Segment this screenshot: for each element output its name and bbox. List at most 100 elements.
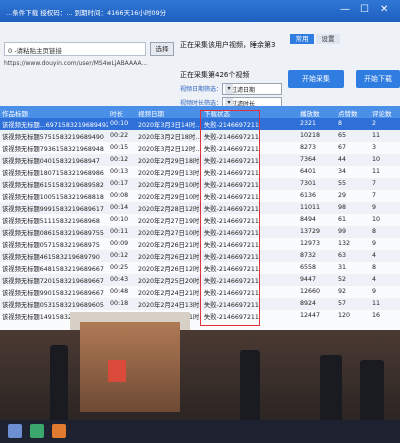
cell-title: 该视频无标题9991583219689617 (2, 206, 104, 213)
cell-comments: 4 (372, 276, 377, 283)
cell-dur: 00:15 (110, 144, 129, 151)
cell-likes: 31 (338, 264, 347, 271)
cell-title: 该视频无标题511158321968968 (2, 218, 100, 225)
cell-dur: 00:48 (110, 288, 129, 295)
cell-date: 2020年3月3日14时... (138, 122, 200, 129)
cell-plays: 8494 (300, 216, 317, 223)
cell-title: 该视频无标题7936158321968948 (2, 146, 104, 153)
select-button[interactable]: 选择 (150, 42, 174, 56)
cell-date: 2020年2月26日12时... (138, 266, 200, 273)
taskbar (0, 420, 400, 443)
cell-comments: 10 (372, 156, 381, 163)
cell-comments: 7 (372, 180, 377, 187)
cell-dur: 00:12 (110, 252, 129, 259)
cell-plays: 12973 (300, 240, 321, 247)
cell-dur: 00:09 (110, 240, 129, 247)
cell-title: 该视频无标题040158321968947 (2, 158, 100, 165)
cell-dur: 00:10 (110, 216, 129, 223)
cell-likes: 99 (338, 228, 347, 235)
column-header-plays[interactable]: 播放数 (300, 108, 320, 118)
cell-date: 2020年2月24日13时... (138, 302, 200, 309)
cell-plays: 7364 (300, 156, 317, 163)
cell-date: 2020年2月27日10时... (138, 230, 200, 237)
tab-common[interactable]: 常用 (290, 34, 314, 44)
column-header-likes[interactable]: 点赞数 (338, 108, 358, 118)
cell-likes: 29 (338, 192, 347, 199)
cell-dur: 00:18 (110, 300, 129, 307)
cell-date: 2020年3月2日18时... (138, 134, 200, 141)
cell-comments: 8 (372, 264, 377, 271)
column-header-date[interactable]: 视频日期 (138, 108, 164, 118)
background-house (80, 322, 180, 412)
status-highlight-box (200, 110, 260, 326)
app-icon[interactable] (8, 424, 22, 438)
cell-plays: 6136 (300, 192, 317, 199)
cell-comments: 11 (372, 132, 381, 139)
cell-date: 2020年2月26日21时... (138, 242, 200, 249)
background-person (360, 360, 384, 420)
cell-date: 2020年2月29日10时... (138, 182, 200, 189)
cell-plays: 12447 (300, 312, 321, 319)
column-header-duration[interactable]: 时长 (110, 108, 123, 118)
maximize-icon[interactable]: ☐ (360, 4, 369, 15)
cell-likes: 98 (338, 204, 347, 211)
date-filter-select[interactable]: 不过滤日期 ▾ (222, 83, 282, 95)
cell-plays: 6401 (300, 168, 317, 175)
cell-title: 该视频无标题1807158321968986 (2, 170, 104, 177)
cell-dur: 00:25 (110, 264, 129, 271)
cell-plays: 10218 (300, 132, 321, 139)
column-header-title[interactable]: 作品标题 (2, 108, 28, 118)
cell-comments: 11 (372, 300, 381, 307)
cell-dur: 00:08 (110, 192, 129, 199)
cell-date: 2020年2月26日21时... (138, 254, 200, 261)
cell-comments: 9 (372, 204, 377, 211)
cell-title: 该视频无标题6481583219689667 (2, 266, 104, 273)
cell-title: 该视频无标题0861583219689755 (2, 230, 104, 237)
start-collect-button[interactable]: 开始采集 (288, 70, 344, 88)
cell-title: 该视频无标题...6971583219689492 (2, 122, 108, 129)
cell-dur: 00:11 (110, 228, 129, 235)
start-download-button[interactable]: 开始下载 (356, 70, 400, 88)
cell-likes: 57 (338, 300, 347, 307)
cell-title: 该视频无标题6151583219689582 (2, 182, 104, 189)
app-icon[interactable] (30, 424, 44, 438)
cell-date: 2020年2月29日18时... (138, 158, 200, 165)
background-person (240, 350, 260, 420)
cell-likes: 67 (338, 144, 347, 151)
column-header-comments[interactable]: 评论数 (372, 108, 392, 118)
cell-likes: 8 (338, 120, 343, 127)
cell-title: 该视频无标题7201583219689667 (2, 278, 104, 285)
cell-likes: 44 (338, 156, 347, 163)
cell-likes: 61 (338, 216, 347, 223)
tab-settings[interactable]: 设置 (316, 34, 340, 44)
app-icon[interactable] (52, 424, 66, 438)
cell-plays: 8273 (300, 144, 317, 151)
user-url-text: https://www.douyin.com/user/MS4wLjABAAAA… (4, 60, 148, 67)
cell-likes: 52 (338, 276, 347, 283)
cell-dur: 00:10 (110, 120, 129, 127)
cell-plays: 11011 (300, 204, 321, 211)
cell-comments: 11 (372, 168, 381, 175)
cell-plays: 8924 (300, 300, 317, 307)
cell-plays: 12660 (300, 288, 321, 295)
cell-date: 2020年2月28日12时... (138, 206, 200, 213)
date-filter-label: 视频日期筛选： (180, 86, 223, 93)
cell-date: 2020年2月29日13时... (138, 170, 200, 177)
source-link-value: 0 -请粘贴主页链接 (8, 47, 63, 55)
background-person (320, 355, 342, 420)
close-icon[interactable]: ✕ (380, 4, 388, 15)
cell-comments: 4 (372, 252, 377, 259)
cell-likes: 55 (338, 180, 347, 187)
cell-comments: 8 (372, 228, 377, 235)
cell-date: 2020年2月29日10时... (138, 194, 200, 201)
background-person (50, 345, 68, 420)
cell-dur: 00:12 (110, 156, 129, 163)
source-link-input[interactable]: 0 -请粘贴主页链接 (4, 42, 146, 56)
cell-dur: 00:13 (110, 168, 129, 175)
cell-title: 该视频无标题461583219689790 (2, 254, 100, 261)
cell-dur: 00:14 (110, 204, 129, 211)
minimize-icon[interactable]: — (340, 4, 350, 15)
cell-plays: 7301 (300, 180, 317, 187)
cell-comments: 10 (372, 216, 381, 223)
status-line-2: 正在采集第426个视频 (180, 71, 250, 79)
